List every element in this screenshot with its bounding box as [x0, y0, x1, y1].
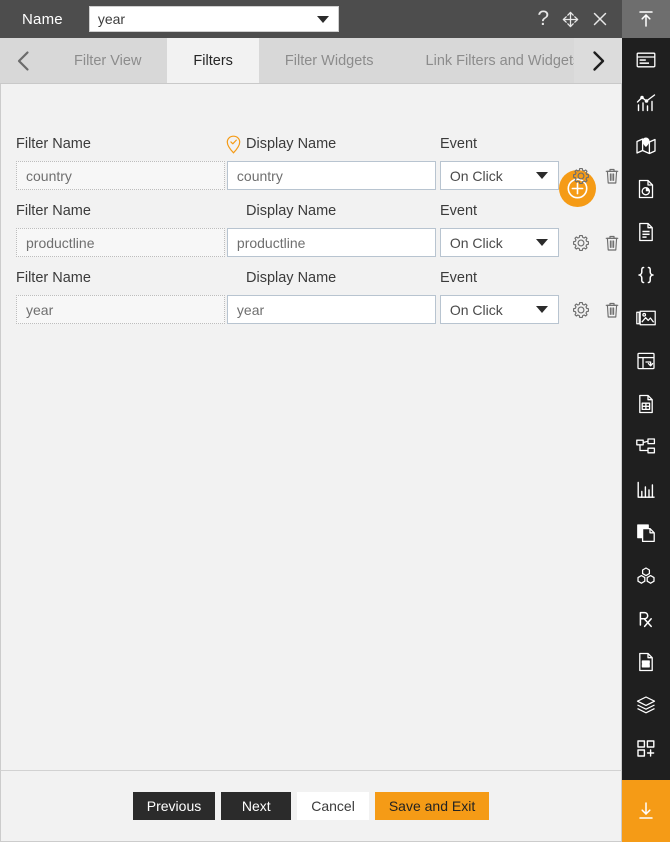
filters-panel: Filter Name Display Name Event country c…	[0, 84, 622, 770]
event-label: Event	[440, 135, 478, 152]
filter-configuration-dialog: Name year ? Filter View Filters Filter W…	[0, 0, 670, 842]
image-gallery-icon[interactable]	[622, 296, 670, 339]
display-name-label: Display Name	[246, 269, 337, 286]
event-dropdown[interactable]: On Click	[439, 161, 560, 190]
filter-rows-list: Filter Name Display Name Event country c…	[1, 132, 621, 333]
next-button[interactable]: Next	[221, 792, 292, 820]
table-refresh-icon[interactable]	[622, 339, 670, 382]
close-icon[interactable]	[592, 11, 608, 27]
dashboard-icon[interactable]	[622, 38, 670, 81]
event-value: On Click	[449, 301, 503, 318]
save-and-exit-button[interactable]: Save and Exit	[374, 792, 490, 820]
dialog-body: Name year ? Filter View Filters Filter W…	[0, 0, 622, 842]
display-name-label-group: Display Name	[228, 271, 440, 286]
tabs-container: Filter View Filters Filter Widgets Link …	[48, 38, 622, 83]
download-icon[interactable]	[622, 780, 670, 842]
tab-filter-widgets[interactable]: Filter Widgets	[258, 38, 400, 83]
report-pie-icon[interactable]	[622, 167, 670, 210]
map-icon[interactable]	[622, 124, 670, 167]
name-dropdown[interactable]: year	[88, 6, 339, 32]
previous-button[interactable]: Previous	[132, 792, 216, 820]
document-grid-icon[interactable]	[622, 382, 670, 425]
event-label: Event	[440, 269, 478, 286]
row-column-headers: Filter Name Display Name Event	[16, 266, 621, 290]
filter-name-input[interactable]: country	[16, 161, 225, 190]
event-dropdown[interactable]: On Click	[439, 295, 560, 324]
row-column-headers: Filter Name Display Name Event	[16, 199, 621, 223]
name-dropdown-value: year	[97, 11, 126, 27]
display-name-value: country	[236, 167, 283, 184]
right-icon-rail	[622, 0, 670, 842]
filter-name-input[interactable]: year	[16, 295, 225, 324]
tab-label: Filter View	[74, 52, 142, 69]
bar-analytics-icon[interactable]	[622, 468, 670, 511]
cancel-button[interactable]: Cancel	[297, 792, 369, 820]
table-row: Filter Name Display Name Event year year	[1, 266, 621, 333]
tabs-scroll-left-button[interactable]	[0, 38, 48, 83]
display-name-value: year	[236, 301, 265, 318]
chevron-down-icon	[316, 16, 329, 23]
gear-icon[interactable]	[571, 165, 590, 186]
filter-name-label: Filter Name	[16, 202, 91, 219]
gear-icon[interactable]	[571, 299, 590, 320]
collapse-up-icon[interactable]	[622, 0, 670, 38]
display-name-input[interactable]: country	[226, 161, 436, 190]
display-name-label: Display Name	[246, 202, 337, 219]
map-pin-check-icon	[226, 134, 243, 154]
display-name-label-group: Display Name	[228, 204, 440, 219]
dialog-title-bar: Name year ?	[0, 0, 622, 38]
layers-icon[interactable]	[622, 683, 670, 726]
display-name-input[interactable]: productline	[226, 228, 436, 257]
row-fields: country country On Click	[16, 161, 621, 190]
question-mark-icon[interactable]: ?	[537, 8, 549, 31]
trash-icon[interactable]	[602, 165, 621, 186]
filter-name-input[interactable]: productline	[16, 228, 225, 257]
tab-label: Filters	[193, 52, 233, 69]
document-icon[interactable]	[622, 210, 670, 253]
filter-name-value: country	[26, 167, 72, 184]
display-name-label: Display Name	[246, 135, 337, 152]
gear-icon[interactable]	[571, 232, 590, 253]
filter-name-value: year	[26, 301, 54, 318]
braces-icon[interactable]	[622, 253, 670, 296]
row-column-headers: Filter Name Display Name Event	[16, 132, 621, 156]
row-fields: productline productline On Click	[16, 228, 621, 257]
window-controls: ?	[537, 8, 612, 31]
filter-name-label: Filter Name	[16, 135, 91, 152]
hierarchy-icon[interactable]	[622, 425, 670, 468]
chevron-down-icon	[536, 306, 549, 313]
table-row: Filter Name Display Name Event country c…	[1, 132, 621, 199]
tab-label: Filter Widgets	[284, 52, 374, 69]
tab-filter-view[interactable]: Filter View	[48, 38, 168, 83]
cubes-icon[interactable]	[622, 554, 670, 597]
row-fields: year year On Click	[16, 295, 621, 324]
copy-page-icon[interactable]	[622, 511, 670, 554]
chart-icon[interactable]	[622, 81, 670, 124]
move-icon[interactable]	[562, 11, 579, 28]
tabs-scroll-right-button[interactable]	[574, 38, 622, 83]
display-name-label-group: Display Name	[226, 134, 440, 154]
chevron-down-icon	[536, 172, 549, 179]
trash-icon[interactable]	[602, 299, 621, 320]
chevron-down-icon	[536, 239, 549, 246]
event-value: On Click	[449, 234, 503, 251]
add-widget-icon[interactable]	[622, 726, 670, 769]
display-name-value: productline	[236, 234, 306, 251]
filter-name-value: productline	[26, 234, 95, 251]
tab-filters[interactable]: Filters	[167, 38, 259, 83]
table-row: Filter Name Display Name Event productli…	[1, 199, 621, 266]
event-value: On Click	[449, 167, 503, 184]
document-save-icon[interactable]	[622, 640, 670, 683]
filter-name-label: Filter Name	[16, 269, 91, 286]
trash-icon[interactable]	[602, 232, 621, 253]
tab-label: Link Filters and Widgets	[425, 52, 581, 69]
wizard-tab-strip: Filter View Filters Filter Widgets Link …	[0, 38, 622, 84]
event-label: Event	[440, 202, 478, 219]
name-label: Name	[22, 10, 63, 28]
event-dropdown[interactable]: On Click	[439, 228, 560, 257]
display-name-input[interactable]: year	[226, 295, 436, 324]
dialog-footer: Previous Next Cancel Save and Exit	[0, 770, 622, 842]
prescription-rx-icon[interactable]	[622, 597, 670, 640]
